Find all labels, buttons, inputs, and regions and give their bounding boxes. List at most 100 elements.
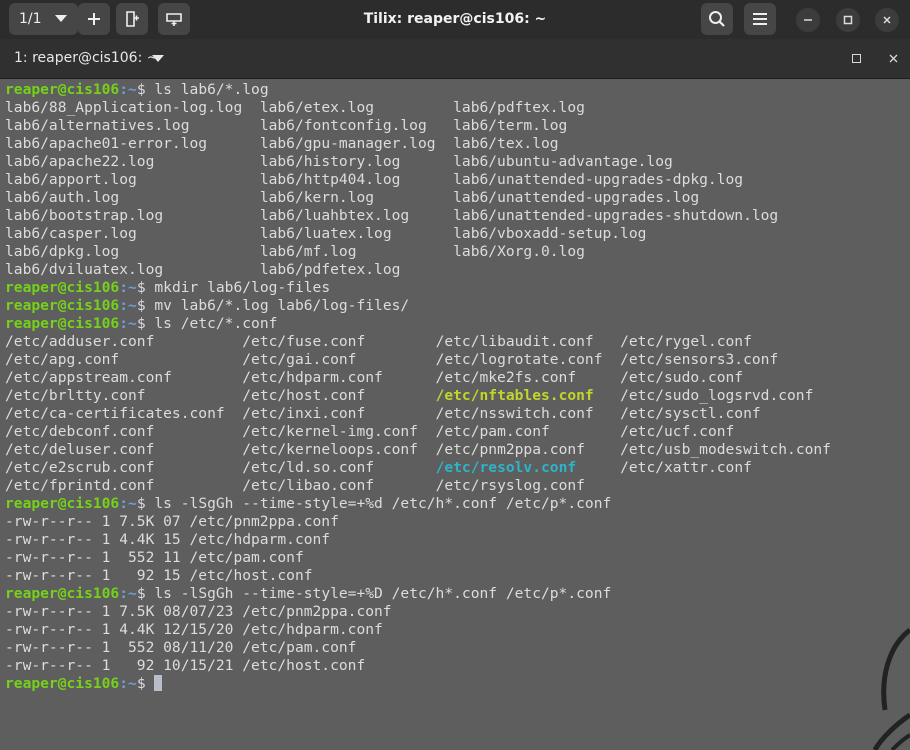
- maximize-icon: [843, 15, 853, 25]
- minimize-button[interactable]: [796, 8, 820, 32]
- maximize-button[interactable]: [836, 8, 860, 32]
- file-entry: lab6/auth.log: [5, 189, 120, 206]
- prompt-line: reaper@cis106:~$ ls lab6/*.log: [5, 81, 831, 99]
- file-entry: lab6/bootstrap.log: [5, 207, 164, 224]
- listing-row: /etc/debconf.conf /etc/kernel-img.conf /…: [5, 423, 831, 441]
- prompt-sign: $: [136, 81, 155, 98]
- prompt-sign: $: [136, 495, 155, 512]
- file-entry: lab6/pdftex.log: [453, 99, 585, 116]
- listing-row: lab6/apport.log lab6/http404.log lab6/un…: [5, 171, 831, 189]
- file-entry: /etc/sysctl.conf: [620, 405, 761, 422]
- split-terminal-icon: [126, 11, 139, 27]
- file-entry: lab6/apache22.log: [5, 153, 155, 170]
- long-listing-entry: -rw-r--r-- 1 4.4K 12/15/20 /etc/hdparm.c…: [5, 621, 383, 638]
- session-counter: 1/1: [19, 11, 42, 27]
- prompt-line: reaper@cis106:~$ ls -lSgGh --time-style=…: [5, 495, 831, 513]
- file-entry: /etc/appstream.conf: [5, 369, 172, 386]
- split-down-button[interactable]: [158, 3, 190, 35]
- chevron-down-icon[interactable]: [152, 55, 164, 63]
- file-entry: /etc/hdparm.conf: [242, 369, 383, 386]
- file-entry: lab6/ubuntu-advantage.log: [453, 153, 673, 170]
- listing-row: /etc/e2scrub.conf /etc/ld.so.conf /etc/r…: [5, 459, 831, 477]
- session-switcher[interactable]: 1/1: [9, 3, 78, 35]
- file-entry: /etc/sudo_logsrvd.conf: [620, 387, 814, 404]
- long-listing-entry: -rw-r--r-- 1 552 08/11/20 /etc/pam.conf: [5, 639, 357, 656]
- prompt-path: :~: [119, 279, 137, 296]
- file-entry: /etc/kernel-img.conf: [242, 423, 418, 440]
- listing-row: lab6/dviluatex.log lab6/pdfetex.log: [5, 261, 831, 279]
- long-listing-row: -rw-r--r-- 1 92 15 /etc/host.conf: [5, 567, 831, 585]
- file-entry: /etc/ca-certificates.conf: [5, 405, 225, 422]
- file-entry: /etc/ld.so.conf: [242, 459, 375, 476]
- window-titlebar: 1/1 Tilix: reaper@cis106: ~: [0, 0, 910, 39]
- file-entry: /etc/fuse.conf: [242, 333, 366, 350]
- long-listing-row: -rw-r--r-- 1 4.4K 15 /etc/hdparm.conf: [5, 531, 831, 549]
- add-session-button[interactable]: [78, 3, 110, 35]
- terminal-tab-bar: 1: reaper@cis106: ~: [0, 39, 910, 79]
- long-listing-row: -rw-r--r-- 1 92 10/15/21 /etc/host.conf: [5, 657, 831, 675]
- file-entry: lab6/luahbtex.log: [259, 207, 410, 224]
- terminal-tab[interactable]: 1: reaper@cis106: ~: [0, 39, 180, 78]
- file-entry: lab6/pdfetex.log: [259, 261, 401, 278]
- file-entry: /etc/fprintd.conf: [5, 477, 155, 494]
- file-entry: /etc/inxi.conf: [242, 405, 366, 422]
- menu-button[interactable]: [744, 3, 776, 35]
- split-down-icon: [166, 13, 182, 26]
- prompt-path: :~: [119, 675, 137, 692]
- file-entry: /etc/apg.conf: [5, 351, 120, 368]
- file-entry: /etc/sensors3.conf: [620, 351, 779, 368]
- listing-row: /etc/apg.conf /etc/gai.conf /etc/logrota…: [5, 351, 831, 369]
- listing-row: /etc/fprintd.conf /etc/libao.conf /etc/r…: [5, 477, 831, 495]
- file-entry: lab6/dviluatex.log: [5, 261, 164, 278]
- file-entry: /etc/pam.conf: [435, 423, 550, 440]
- close-terminal-icon[interactable]: [889, 54, 898, 63]
- file-entry: lab6/casper.log: [5, 225, 137, 242]
- long-listing-row: -rw-r--r-- 1 552 11 /etc/pam.conf: [5, 549, 831, 567]
- file-entry: /etc/nsswitch.conf: [435, 405, 594, 422]
- file-entry: /etc/libaudit.conf: [435, 333, 594, 350]
- file-entry: /etc/deluser.conf: [5, 441, 155, 458]
- prompt-user-host: reaper@cis106: [5, 297, 120, 314]
- prompt-line: reaper@cis106:~$ mkdir lab6/log-files: [5, 279, 831, 297]
- prompt-user-host: reaper@cis106: [5, 279, 120, 296]
- maximize-terminal-icon[interactable]: [852, 54, 861, 63]
- search-button[interactable]: [701, 3, 733, 35]
- file-entry: /etc/mke2fs.conf: [435, 369, 577, 386]
- terminal-lines: reaper@cis106:~$ ls lab6/*.log lab6/88_Ap…: [5, 81, 831, 693]
- prompt-user-host: reaper@cis106: [5, 585, 120, 602]
- file-entry: /etc/debconf.conf: [5, 423, 155, 440]
- prompt-line: reaper@cis106:~$ ls -lSgGh --time-style=…: [5, 585, 831, 603]
- search-icon: [709, 11, 725, 27]
- listing-row: /etc/deluser.conf /etc/kerneloops.conf /…: [5, 441, 831, 459]
- terminal-output[interactable]: reaper@cis106:~$ ls lab6/*.log lab6/88_Ap…: [0, 79, 910, 750]
- file-entry: lab6/unattended-upgrades.log: [453, 189, 700, 206]
- file-entry: lab6/history.log: [259, 153, 401, 170]
- prompt-sign: $: [136, 279, 155, 296]
- close-window-button[interactable]: [875, 8, 899, 32]
- split-right-button[interactable]: [116, 3, 148, 35]
- listing-row: /etc/ca-certificates.conf /etc/inxi.conf…: [5, 405, 831, 423]
- file-entry: /etc/ucf.conf: [620, 423, 735, 440]
- file-entry: /etc/e2scrub.conf: [5, 459, 155, 476]
- listing-row: /etc/appstream.conf /etc/hdparm.conf /et…: [5, 369, 831, 387]
- prompt-user-host: reaper@cis106: [5, 495, 120, 512]
- prompt-line: reaper@cis106:~$: [5, 675, 831, 693]
